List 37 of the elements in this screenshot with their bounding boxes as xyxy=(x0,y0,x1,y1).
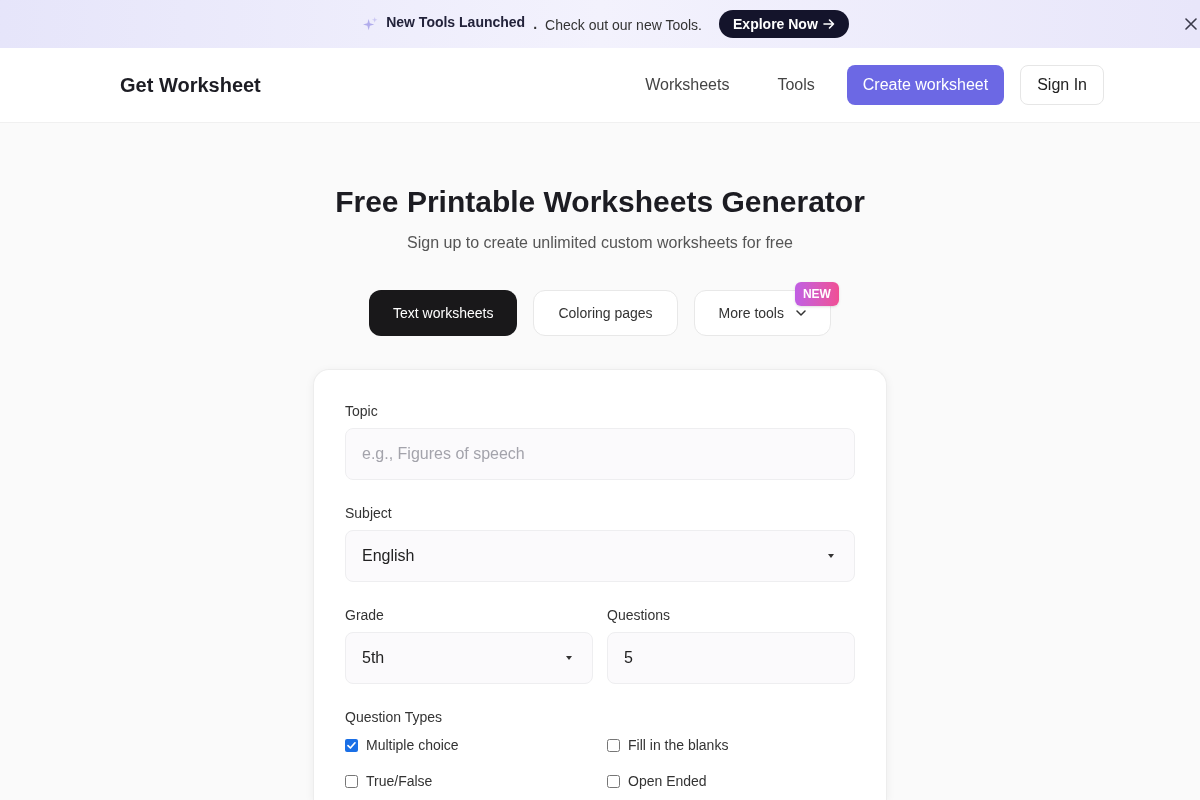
nav-link[interactable]: Tools xyxy=(761,65,831,105)
select-field[interactable]: English xyxy=(345,530,855,582)
checkbox-icon[interactable] xyxy=(607,774,620,788)
field-label: Question Types xyxy=(345,708,444,727)
sparkle-icon xyxy=(363,16,379,32)
explore-now-button[interactable]: Explore Now xyxy=(719,10,849,38)
text-input-field[interactable]: 5 xyxy=(607,632,855,684)
new-badge: NEW xyxy=(794,282,839,306)
field-label: Subject xyxy=(345,504,393,523)
checkbox-label: True/False xyxy=(366,771,433,791)
field-label: Grade xyxy=(345,606,385,625)
field-label: Questions xyxy=(607,606,672,625)
checkbox-label: Multiple choice xyxy=(366,735,459,755)
page-title: Free Printable Worksheets Generator xyxy=(335,184,865,220)
select-field[interactable]: 5th xyxy=(345,632,593,684)
nav-link[interactable]: Worksheets xyxy=(629,65,746,105)
checkbox-label: Fill in the blanks xyxy=(628,735,729,755)
checkbox-icon[interactable] xyxy=(345,738,358,752)
chevron-down-icon xyxy=(795,310,806,316)
banner-message: Check out our new Tools. xyxy=(545,15,702,35)
field-label: Topic xyxy=(345,402,379,421)
close-icon[interactable] xyxy=(1185,18,1197,30)
banner-headline: New Tools Launched xyxy=(386,13,526,32)
site-logo[interactable]: Get Worksheet xyxy=(120,70,261,100)
sign-in-button[interactable]: Sign In xyxy=(1020,65,1104,105)
checkbox-label: Open Ended xyxy=(628,771,707,791)
banner-separator: . xyxy=(533,14,538,34)
worksheet-type-tab[interactable]: Coloring pages xyxy=(533,290,678,336)
worksheet-type-tab[interactable]: Text worksheets xyxy=(369,290,518,336)
checkbox-icon[interactable] xyxy=(345,774,358,788)
create-worksheet-button[interactable]: Create worksheet xyxy=(846,65,1005,105)
caret-down-icon xyxy=(566,656,572,660)
caret-down-icon xyxy=(828,554,834,558)
page-subtitle: Sign up to create unlimited custom worksheets for free xyxy=(407,233,793,253)
arrow-right-icon xyxy=(822,18,835,30)
checkbox-icon[interactable] xyxy=(607,738,620,752)
text-input-field[interactable]: e.g., Figures of speech xyxy=(345,428,855,480)
